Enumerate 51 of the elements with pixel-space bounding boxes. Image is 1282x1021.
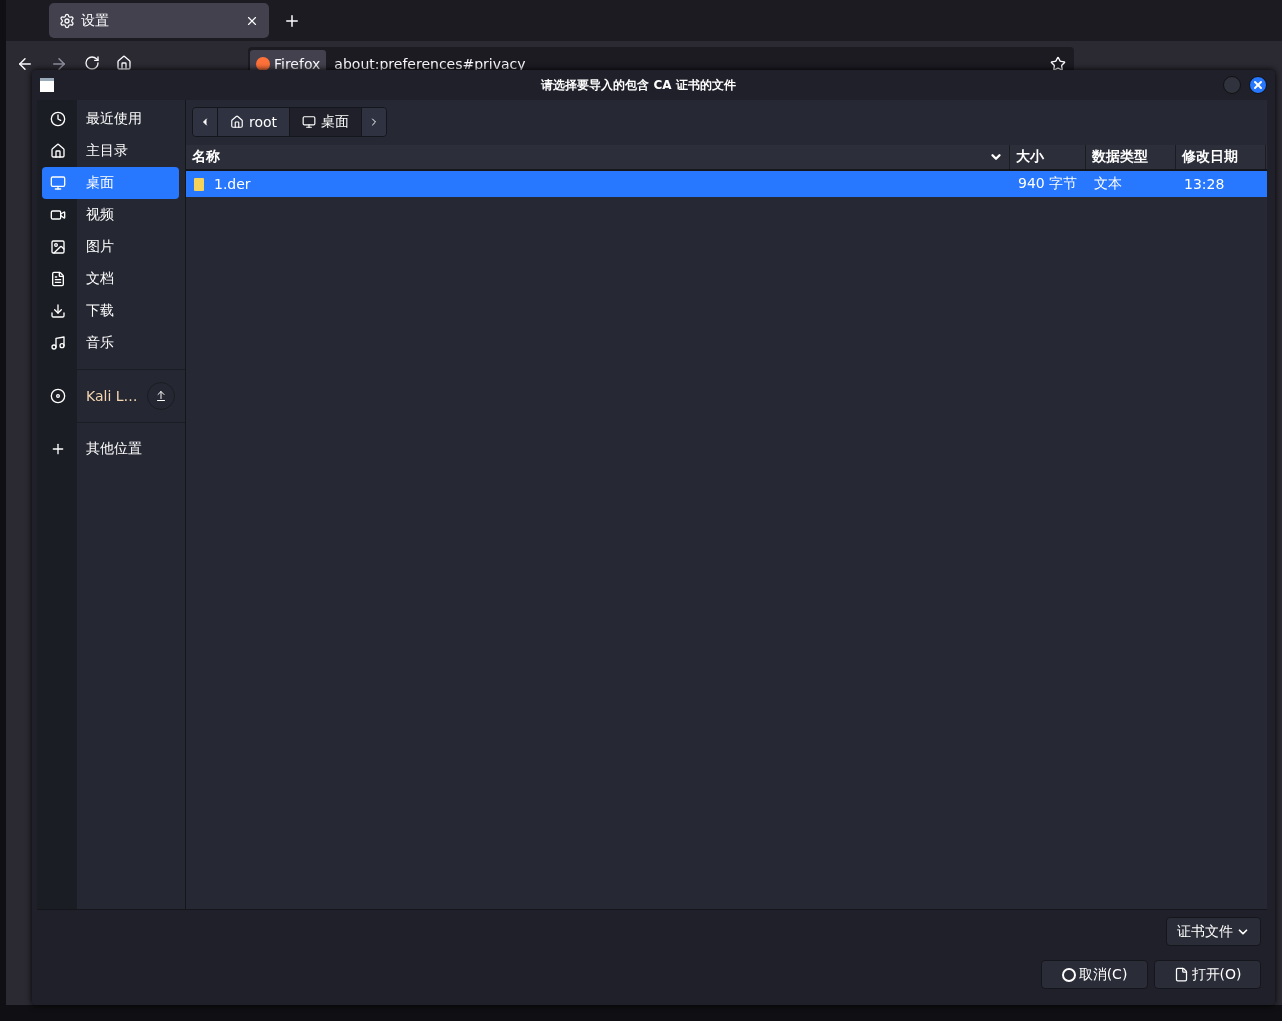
file-type: 文本 [1093, 174, 1123, 193]
column-header[interactable]: 数据类型 [1086, 145, 1176, 169]
file-name: 1.der [186, 171, 1010, 197]
desktop-icon [302, 115, 317, 129]
image-icon [50, 239, 66, 255]
close-button[interactable] [1249, 76, 1267, 94]
file-row[interactable]: 1.der 940 字节 文本 13:28 [186, 171, 1267, 197]
path-button[interactable]: root [218, 108, 291, 136]
star-icon[interactable] [1050, 56, 1066, 72]
path-button[interactable]: 桌面 [290, 108, 363, 136]
sidebar-item[interactable]: 图片 [42, 231, 179, 263]
desktop-icon [50, 175, 66, 191]
open-button[interactable]: 打开(O) [1154, 960, 1261, 989]
download-icon [50, 303, 66, 319]
sidebar-item[interactable]: 下载 [42, 295, 179, 327]
sidebar-item[interactable]: 文档 [42, 263, 179, 295]
home-icon [230, 115, 244, 129]
sidebar-item[interactable]: 其他位置 [42, 433, 179, 465]
sidebar-item[interactable]: 桌面 [42, 167, 179, 199]
filter-dropdown[interactable]: 证书文件 [1166, 917, 1261, 946]
sidebar-item[interactable]: 音乐 [42, 327, 179, 359]
disc-icon [50, 388, 66, 404]
recent-icon [50, 111, 66, 127]
document-icon [50, 271, 66, 287]
home-icon [50, 143, 66, 159]
plus-icon [50, 441, 66, 457]
video-icon [50, 207, 66, 223]
window-icon [40, 78, 54, 92]
close-icon [1252, 79, 1264, 91]
sidebar-item[interactable]: Kali L… [42, 380, 179, 412]
file-icon [194, 177, 204, 191]
back-icon[interactable] [16, 55, 34, 73]
column-header[interactable]: 修改日期 [1176, 145, 1266, 169]
reload-icon[interactable] [84, 55, 100, 71]
column-header[interactable]: 名称 [186, 145, 1010, 169]
file-size: 940 字节 [1017, 174, 1079, 193]
back-button[interactable] [193, 108, 218, 136]
home-icon[interactable] [116, 55, 132, 71]
sidebar-item[interactable]: 最近使用 [42, 103, 179, 135]
sidebar-item[interactable]: 视频 [42, 199, 179, 231]
sidebar-item[interactable]: 主目录 [42, 135, 179, 167]
music-icon [50, 335, 66, 351]
file-modified: 13:28 [1183, 175, 1226, 194]
eject-icon [155, 390, 167, 402]
cancel-button[interactable]: 取消(C) [1041, 960, 1148, 989]
stop-icon [1061, 967, 1076, 982]
browser-tab[interactable]: 设置 [49, 3, 269, 38]
settings-icon [59, 12, 75, 29]
forward-icon[interactable] [50, 55, 68, 73]
column-header[interactable]: 大小 [1010, 145, 1086, 169]
file-icon [1173, 967, 1189, 982]
